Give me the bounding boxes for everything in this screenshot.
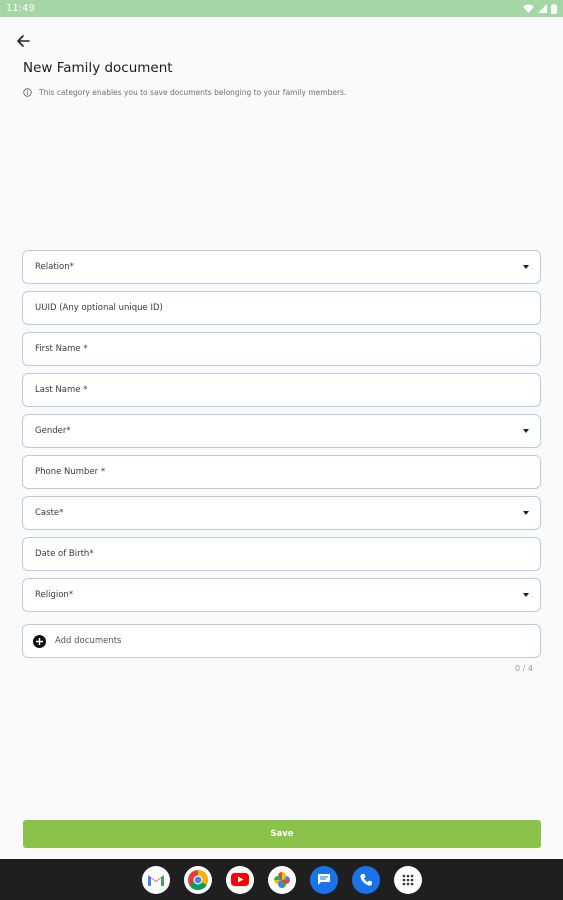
gmail-icon[interactable] <box>141 865 170 894</box>
relation-label: Relation* <box>35 262 74 272</box>
phone-icon[interactable] <box>351 865 380 894</box>
info-row: This category enables you to save docume… <box>23 88 346 97</box>
add-circle-icon <box>33 634 46 648</box>
religion-dropdown[interactable]: Religion* <box>22 578 541 612</box>
add-documents-label: Add documents <box>55 636 122 646</box>
back-button[interactable] <box>12 30 34 52</box>
info-icon <box>23 88 32 97</box>
dropdown-arrow-icon <box>523 429 529 433</box>
status-time: 11:49 <box>6 3 35 14</box>
messages-icon[interactable] <box>309 865 338 894</box>
phone-number-field[interactable]: Phone Number * <box>22 455 541 489</box>
status-bar: 11:49 <box>0 0 563 17</box>
wifi-icon <box>523 4 534 13</box>
status-icons <box>523 3 557 14</box>
caste-dropdown[interactable]: Caste* <box>22 496 541 530</box>
documents-counter: 0 / 4 <box>515 664 533 673</box>
youtube-icon[interactable] <box>225 865 254 894</box>
first-name-label: First Name * <box>35 344 88 354</box>
uuid-label: UUID (Any optional unique ID) <box>35 303 163 313</box>
date-of-birth-label: Date of Birth* <box>35 549 94 559</box>
arrow-left-icon <box>17 35 30 47</box>
relation-dropdown[interactable]: Relation* <box>22 250 541 284</box>
battery-icon <box>551 3 557 14</box>
uuid-field[interactable]: UUID (Any optional unique ID) <box>22 291 541 325</box>
last-name-label: Last Name * <box>35 385 88 395</box>
photos-icon[interactable] <box>267 865 296 894</box>
religion-label: Religion* <box>35 590 74 600</box>
info-text: This category enables you to save docume… <box>39 88 347 97</box>
dropdown-arrow-icon <box>523 265 529 269</box>
caste-label: Caste* <box>35 508 64 518</box>
gender-dropdown[interactable]: Gender* <box>22 414 541 448</box>
phone-number-label: Phone Number * <box>35 467 106 477</box>
app-drawer-icon[interactable] <box>393 865 422 894</box>
save-button[interactable]: Save <box>23 820 541 848</box>
gender-label: Gender* <box>35 426 71 436</box>
taskbar <box>0 859 563 900</box>
chrome-icon[interactable] <box>183 865 212 894</box>
date-of-birth-field[interactable]: Date of Birth* <box>22 537 541 571</box>
last-name-field[interactable]: Last Name * <box>22 373 541 407</box>
first-name-field[interactable]: First Name * <box>22 332 541 366</box>
signal-icon <box>538 4 547 13</box>
dropdown-arrow-icon <box>523 511 529 515</box>
page-title: New Family document <box>23 60 173 76</box>
add-documents-button[interactable]: Add documents <box>22 624 541 658</box>
family-document-form: Relation* UUID (Any optional unique ID) … <box>22 250 541 619</box>
dropdown-arrow-icon <box>523 593 529 597</box>
